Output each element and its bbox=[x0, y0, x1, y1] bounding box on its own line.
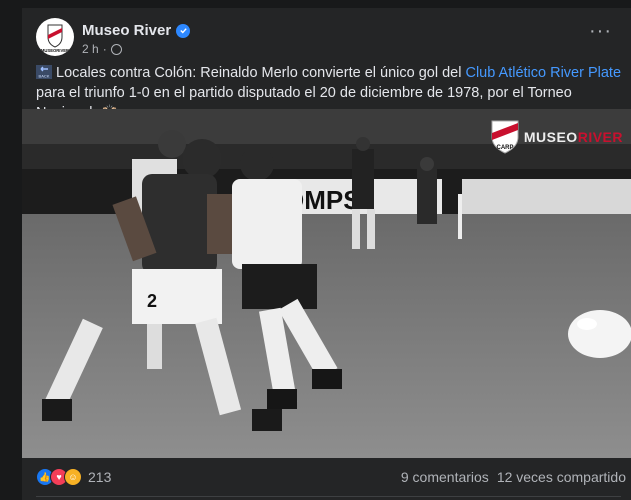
post-text-part1: Locales contra Colón: Reinaldo Merlo con… bbox=[56, 65, 466, 81]
divider bbox=[36, 496, 621, 497]
post-card: MUSEORIVER Museo River 2 h · ··· BACK Lo… bbox=[22, 8, 631, 500]
svg-text:MUSEORIVER: MUSEORIVER bbox=[41, 48, 69, 53]
shares-count[interactable]: 12 veces compartido bbox=[497, 469, 626, 485]
svg-text:2: 2 bbox=[147, 291, 157, 311]
river-crest-icon: CARP bbox=[491, 120, 519, 154]
watermark-suffix: RIVER bbox=[577, 129, 623, 145]
globe-icon[interactable] bbox=[110, 43, 122, 55]
author-name[interactable]: Museo River bbox=[82, 22, 191, 39]
page-gutter bbox=[0, 0, 22, 500]
post-header: MUSEORIVER Museo River 2 h · ··· bbox=[36, 18, 616, 62]
post-footer: 👍 ♥ ☺ 213 9 comentarios 12 veces compart… bbox=[36, 463, 626, 491]
meta-separator: · bbox=[102, 42, 107, 56]
care-reaction-icon: ☺ bbox=[64, 468, 82, 486]
watermark-text: MUSEORIVER bbox=[524, 129, 623, 145]
river-crest-icon: MUSEORIVER bbox=[41, 24, 69, 53]
comments-count[interactable]: 9 comentarios bbox=[401, 469, 489, 485]
svg-text:BACK: BACK bbox=[39, 74, 50, 79]
avatar[interactable]: MUSEORIVER bbox=[36, 18, 74, 56]
club-link[interactable]: Club Atlético River Plate bbox=[465, 65, 621, 81]
more-options-button[interactable]: ··· bbox=[589, 21, 612, 41]
back-arrow-icon: BACK bbox=[36, 65, 52, 79]
museo-river-watermark: CARP MUSEORIVER bbox=[490, 119, 623, 155]
author-name-text[interactable]: Museo River bbox=[82, 22, 171, 39]
watermark-prefix: MUSEO bbox=[523, 129, 578, 145]
post-stats: 9 comentarios 12 veces compartido bbox=[401, 469, 626, 485]
football-match-photo: OMPS 2 bbox=[22, 109, 631, 458]
reaction-summary[interactable]: 👍 ♥ ☺ 213 bbox=[36, 468, 111, 486]
post-meta: 2 h · bbox=[82, 42, 122, 56]
reaction-count[interactable]: 213 bbox=[88, 469, 111, 485]
svg-text:CARP: CARP bbox=[496, 145, 513, 151]
post-photo[interactable]: OMPS 2 CARP MUSEORIVER bbox=[22, 109, 631, 458]
post-timestamp[interactable]: 2 h bbox=[82, 42, 99, 56]
verified-badge-icon bbox=[176, 23, 191, 38]
